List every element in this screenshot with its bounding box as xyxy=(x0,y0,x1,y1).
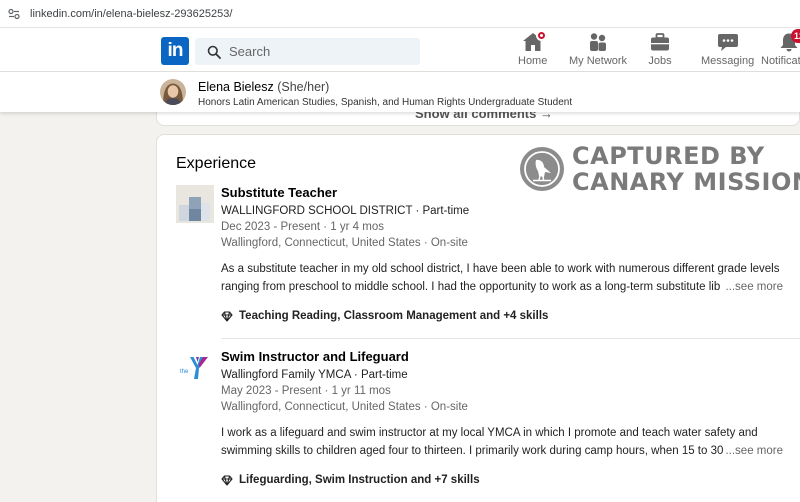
job-organization: WALLINGFORD SCHOOL DISTRICT · Part-time xyxy=(221,205,470,217)
organization-placeholder-icon[interactable] xyxy=(176,185,214,223)
job-description: I work as a lifeguard and swim instructo… xyxy=(221,424,783,460)
canary-mission-watermark: CAPTURED BY CANARY MISSION xyxy=(520,143,800,198)
job-dates: Dec 2023 - Present · 1 yr 4 mos xyxy=(221,221,384,233)
site-settings-icon[interactable] xyxy=(8,8,20,20)
skills-text: Lifeguarding, Swim Instruction and +7 sk… xyxy=(239,474,480,486)
job-description-line: swimming skills to children aged four to… xyxy=(221,445,726,457)
profile-name-line: Elena Bielesz (She/her) xyxy=(198,80,329,94)
sticky-profile-bar: Elena Bielesz (She/her) Honors Latin Ame… xyxy=(0,72,800,112)
skills-link[interactable]: Teaching Reading, Classroom Management a… xyxy=(221,310,791,322)
job-description-line: I work as a lifeguard and swim instructo… xyxy=(221,427,758,439)
messaging-icon xyxy=(716,32,740,52)
url-text[interactable]: linkedin.com/in/elena-bielesz-293625253/ xyxy=(30,8,232,20)
diamond-icon xyxy=(221,310,233,322)
search-icon xyxy=(207,45,221,59)
jobs-icon xyxy=(648,32,672,52)
nav-item-jobs[interactable]: Jobs xyxy=(648,32,672,72)
see-more-link[interactable]: ...see more xyxy=(723,278,783,296)
profile-pronouns: (She/her) xyxy=(277,80,330,94)
entry-divider xyxy=(221,338,800,339)
job-location: Wallingford, Connecticut, United States … xyxy=(221,237,468,249)
experience-entry-body: Swim Instructor and Lifeguard Wallingfor… xyxy=(221,349,791,486)
nav-label-notifications: Notificati xyxy=(761,55,800,67)
browser-address-bar[interactable]: linkedin.com/in/elena-bielesz-293625253/ xyxy=(0,0,800,28)
notifications-icon: 12 xyxy=(777,29,800,52)
nav-label-jobs: Jobs xyxy=(648,55,672,67)
search-box[interactable] xyxy=(195,38,420,65)
nav-label-my-network: My Network xyxy=(569,55,628,67)
my-network-icon xyxy=(586,32,610,52)
watermark-line-1: CAPTURED BY xyxy=(572,142,765,170)
nav-item-my-network[interactable]: My Network xyxy=(569,32,627,72)
profile-name: Elena Bielesz xyxy=(198,80,274,94)
job-description: As a substitute teacher in my old school… xyxy=(221,260,783,296)
job-title[interactable]: Swim Instructor and Lifeguard xyxy=(221,349,791,365)
ymca-logo-icon[interactable]: the xyxy=(176,349,214,387)
notification-dot xyxy=(535,30,547,41)
home-icon xyxy=(521,30,547,52)
canary-bird-icon xyxy=(520,147,564,191)
job-location: Wallingford, Connecticut, United States … xyxy=(221,401,468,413)
see-more-link[interactable]: ...see more xyxy=(723,442,783,460)
nav-label-home: Home xyxy=(518,55,548,67)
skills-text: Teaching Reading, Classroom Management a… xyxy=(239,310,549,322)
nav-item-messaging[interactable]: Messaging xyxy=(701,32,754,72)
ymca-logo-text: the xyxy=(180,369,189,375)
diamond-icon xyxy=(221,474,233,486)
search-input[interactable] xyxy=(229,44,409,59)
job-dates: May 2023 - Present · 1 yr 11 mos xyxy=(221,385,391,397)
job-description-line: As a substitute teacher in my old school… xyxy=(221,263,780,275)
job-organization: Wallingford Family YMCA · Part-time xyxy=(221,369,408,381)
watermark-text: CAPTURED BY CANARY MISSION xyxy=(572,143,800,195)
linkedin-logo[interactable]: in xyxy=(161,37,189,65)
global-nav: in Home My Network Jobs Messaging xyxy=(0,28,800,72)
profile-headline: Honors Latin American Studies, Spanish, … xyxy=(198,97,573,108)
job-description-line: ranging from preschool to middle school.… xyxy=(221,281,721,293)
watermark-line-2: CANARY MISSION xyxy=(572,168,800,196)
notification-count-badge: 12 xyxy=(791,29,800,43)
skills-link[interactable]: Lifeguarding, Swim Instruction and +7 sk… xyxy=(221,474,791,486)
nav-item-home[interactable]: Home xyxy=(518,30,548,72)
experience-heading: Experience xyxy=(176,155,257,172)
experience-entry-body: Substitute Teacher WALLINGFORD SCHOOL DI… xyxy=(221,185,791,322)
nav-label-messaging: Messaging xyxy=(701,55,755,67)
avatar[interactable] xyxy=(160,79,186,105)
nav-item-notifications[interactable]: 12 Notificati xyxy=(761,29,800,72)
